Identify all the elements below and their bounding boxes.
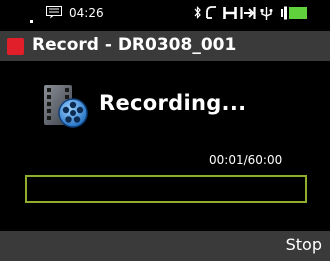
softkey-bar: Stop bbox=[0, 231, 330, 261]
stop-button[interactable]: Stop bbox=[286, 235, 322, 254]
title-bar: Record - DR0308_001 bbox=[0, 31, 330, 61]
recording-level-meter bbox=[25, 175, 307, 203]
sd-card-icon bbox=[46, 6, 62, 19]
record-indicator-icon bbox=[7, 38, 24, 55]
status-icons bbox=[192, 3, 327, 23]
battery-icon bbox=[281, 6, 307, 20]
status-bar: 04:26 bbox=[0, 0, 330, 30]
media-sync-icon bbox=[240, 7, 256, 19]
page-title: Record - DR0308_001 bbox=[32, 35, 237, 55]
signal-dot-icon bbox=[30, 20, 33, 23]
recording-status: Recording... bbox=[99, 91, 247, 115]
elapsed-time: 00:01/60:00 bbox=[209, 153, 283, 167]
recording-panel: Recording... 00:01/60:00 bbox=[0, 61, 330, 231]
usb-icon bbox=[260, 7, 273, 20]
film-reel-icon bbox=[44, 85, 88, 128]
headset-icon bbox=[206, 6, 216, 19]
bluetooth-icon bbox=[194, 6, 201, 19]
hd-icon bbox=[223, 7, 237, 19]
clock-time: 04:26 bbox=[69, 6, 104, 20]
